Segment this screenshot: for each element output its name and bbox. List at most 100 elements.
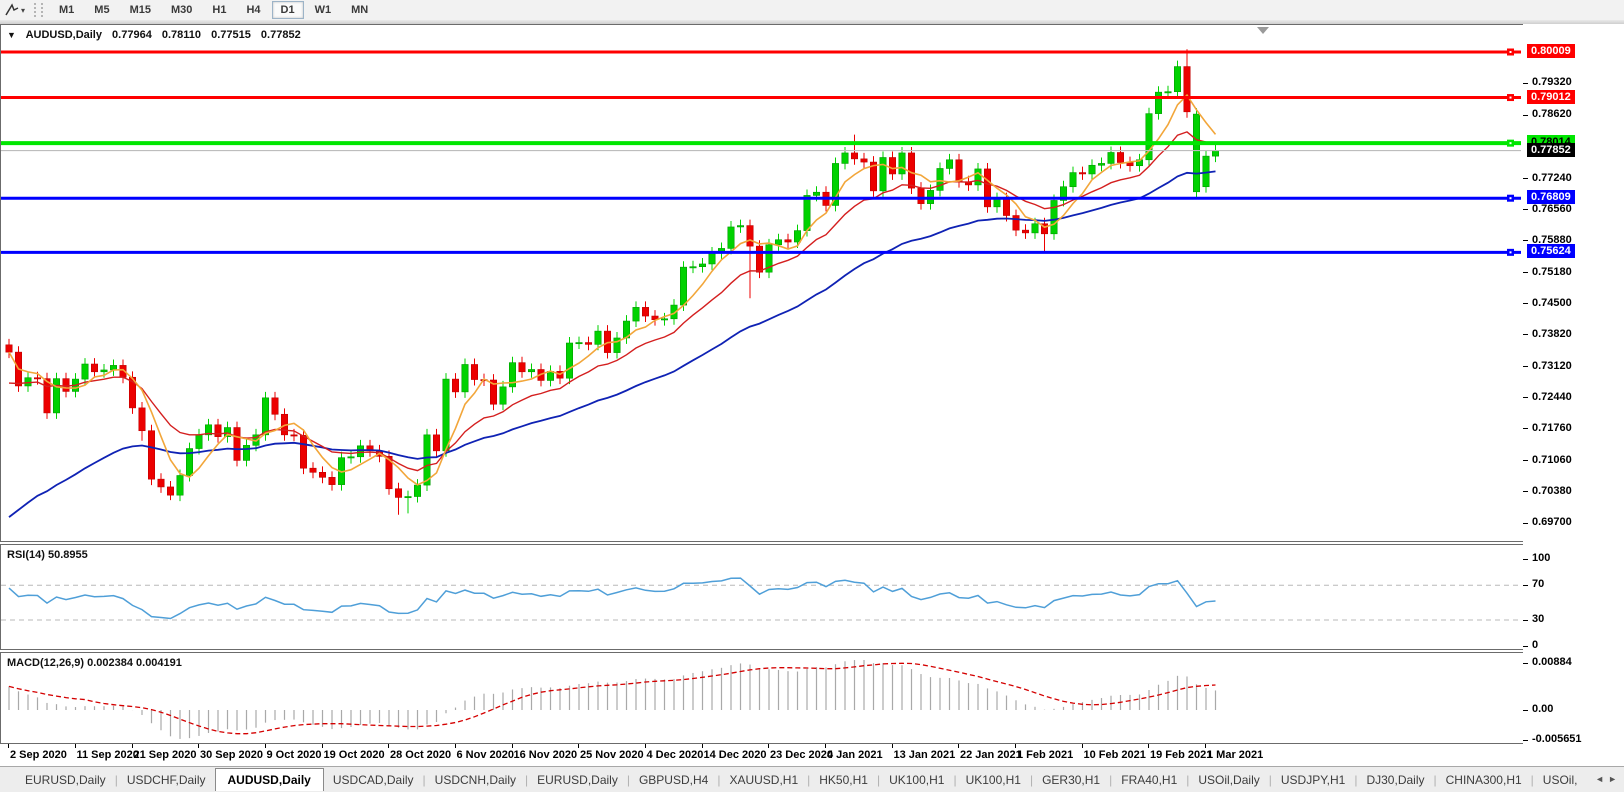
chart-tab-gbpusd-h4[interactable]: GBPUSD,H4 (630, 770, 717, 790)
chart-tab-bar: EURUSD,Daily|USDCHF,DailyAUDUSD,DailyUSD… (0, 766, 1624, 792)
current-price-badge: 0.77852 (1527, 143, 1575, 157)
ohlc-close: 0.77852 (261, 29, 301, 41)
chart-tab-uk100-h1[interactable]: UK100,H1 (880, 770, 953, 790)
price-axis-label: 0.78620 (1532, 108, 1572, 120)
price-tick (1523, 83, 1528, 84)
chart-tab-uk100-h1[interactable]: UK100,H1 (957, 770, 1030, 790)
chart-tab-china300-h1[interactable]: CHINA300,H1 (1437, 770, 1531, 790)
price-tick (1523, 397, 1528, 398)
collapse-triangle-icon[interactable]: ▼ (7, 30, 16, 40)
rsi-indicator-pane[interactable]: RSI(14) 50.8955 (0, 544, 1524, 650)
time-tick (265, 744, 266, 748)
macd-indicator-pane[interactable]: MACD(12,26,9) 0.002384 0.004191 (0, 652, 1524, 744)
time-axis-label: 21 Sep 2020 (134, 749, 197, 761)
chart-tab-eurusd-daily[interactable]: EURUSD,Daily (528, 770, 627, 790)
price-axis[interactable]: 0.793200.786200.772400.765600.758800.751… (1523, 24, 1624, 744)
timeframe-button-m15[interactable]: M15 (121, 1, 160, 19)
chart-tab-ger30-h1[interactable]: GER30,H1 (1033, 770, 1109, 790)
time-tick (322, 744, 323, 748)
timeframe-button-w1[interactable]: W1 (306, 1, 341, 19)
rsi-axis-label: 0 (1532, 639, 1538, 651)
time-axis-label: 2 Sep 2020 (10, 749, 67, 761)
price-level-badge: 0.80009 (1527, 44, 1575, 58)
timeframe-button-d1[interactable]: D1 (272, 1, 304, 19)
time-axis-label: 10 Feb 2021 (1084, 749, 1146, 761)
rsi-axis-label: 70 (1532, 578, 1544, 590)
macd-axis-label: 0.00 (1532, 703, 1553, 715)
time-tick (892, 744, 893, 748)
chart-tab-xauusd-h1[interactable]: XAUUSD,H1 (720, 770, 807, 790)
rsi-axis-tick (1523, 559, 1528, 560)
price-axis-label: 0.72440 (1532, 391, 1572, 403)
price-tick (1523, 523, 1528, 524)
price-level-badge: 0.75624 (1527, 244, 1575, 258)
time-axis-label: 25 Nov 2020 (580, 749, 644, 761)
time-tick (8, 744, 9, 748)
chart-tab-dj30-daily[interactable]: DJ30,Daily (1357, 770, 1433, 790)
price-axis-label: 0.69700 (1532, 516, 1572, 528)
price-tick (1523, 491, 1528, 492)
chart-tab-audusd-daily[interactable]: AUDUSD,Daily (215, 768, 324, 791)
mt4-window: ▾ M1M5M15M30H1H4D1W1MN ▼ AUDUSD,Daily 0.… (0, 0, 1624, 792)
chart-shift-marker-icon[interactable] (1257, 27, 1269, 34)
time-tick (1082, 744, 1083, 748)
timeframe-button-m5[interactable]: M5 (85, 1, 118, 19)
timeframe-button-mn[interactable]: MN (342, 1, 377, 19)
macd-axis-tick (1523, 740, 1528, 741)
macd-label: MACD(12,26,9) 0.002384 0.004191 (7, 657, 182, 669)
tool-dropdown-caret-icon[interactable]: ▾ (21, 6, 25, 15)
tab-scroll-right-icon[interactable]: ► (1608, 774, 1621, 784)
chart-tab-eurusd-daily[interactable]: EURUSD,Daily (16, 770, 115, 790)
time-axis-label: 9 Oct 2020 (267, 749, 322, 761)
time-tick (1205, 744, 1206, 748)
macd-chart-canvas[interactable] (1, 653, 1521, 741)
time-tick (455, 744, 456, 748)
ohlc-low: 0.77515 (211, 29, 251, 41)
time-tick (1015, 744, 1016, 748)
time-axis-label: 16 Nov 2020 (514, 749, 578, 761)
timeframe-button-m30[interactable]: M30 (162, 1, 201, 19)
time-axis-label: 23 Dec 2020 (770, 749, 833, 761)
price-tick (1523, 209, 1528, 210)
price-tick (1523, 460, 1528, 461)
chart-tab-usdjpy-h1[interactable]: USDJPY,H1 (1272, 770, 1354, 790)
candlestick-chart-canvas[interactable] (1, 25, 1521, 539)
rsi-axis-tick (1523, 585, 1528, 586)
timeframe-button-m1[interactable]: M1 (50, 1, 83, 19)
toolbar-grip-handle[interactable] (34, 3, 43, 17)
macd-axis-tick (1523, 663, 1528, 664)
chart-tab-usdcnh-daily[interactable]: USDCNH,Daily (426, 770, 525, 790)
chart-tab-fra40-h1[interactable]: FRA40,H1 (1112, 770, 1186, 790)
time-axis-label: 14 Dec 2020 (704, 749, 767, 761)
time-axis-label: 22 Jan 2021 (960, 749, 1022, 761)
macd-axis-tick (1523, 710, 1528, 711)
time-axis-label: 1 Feb 2021 (1017, 749, 1073, 761)
chart-tab-hk50-h1[interactable]: HK50,H1 (810, 770, 877, 790)
price-level-badge: 0.76809 (1527, 190, 1575, 204)
price-tick (1523, 178, 1528, 179)
chart-tab-usdcad-daily[interactable]: USDCAD,Daily (324, 770, 423, 790)
time-tick (768, 744, 769, 748)
price-axis-label: 0.77240 (1532, 172, 1572, 184)
chart-tab-usoil-[interactable]: USOil, (1534, 770, 1587, 790)
time-tick (825, 744, 826, 748)
rsi-chart-canvas[interactable] (1, 545, 1521, 647)
chart-tab-usoil-daily[interactable]: USOil,Daily (1189, 770, 1268, 790)
tab-scroll-left-icon[interactable]: ◄ (1595, 774, 1608, 784)
rsi-axis-tick (1523, 646, 1528, 647)
timeframe-button-h4[interactable]: H4 (237, 1, 269, 19)
price-tick (1523, 303, 1528, 304)
chart-cursor-tool-icon[interactable] (4, 3, 20, 17)
chart-tab-usdchf-daily[interactable]: USDCHF,Daily (118, 770, 215, 790)
timeframe-button-h1[interactable]: H1 (203, 1, 235, 19)
price-axis-label: 0.75180 (1532, 266, 1572, 278)
price-chart-pane[interactable]: ▼ AUDUSD,Daily 0.77964 0.78110 0.77515 0… (0, 24, 1524, 542)
time-axis[interactable]: 2 Sep 202011 Sep 202021 Sep 202030 Sep 2… (0, 744, 1624, 766)
price-axis-label: 0.76560 (1532, 203, 1572, 215)
rsi-axis-label: 100 (1532, 552, 1550, 564)
price-tick (1523, 115, 1528, 116)
chart-symbol-label: AUDUSD,Daily (26, 29, 102, 41)
price-tick (1523, 272, 1528, 273)
time-tick (1148, 744, 1149, 748)
time-axis-label: 28 Oct 2020 (390, 749, 451, 761)
